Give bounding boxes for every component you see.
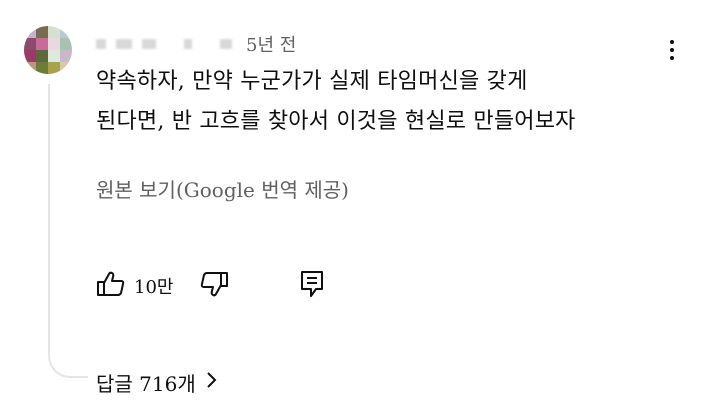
- avatar[interactable]: [24, 26, 72, 74]
- chevron-right-icon: [196, 370, 218, 395]
- comment-header: 5년 전: [96, 30, 296, 58]
- comment-text-line: 된다면, 반 고흐를 찾아서 이것을 현실로 만들어보자: [96, 109, 576, 134]
- dislike-button[interactable]: [199, 270, 229, 302]
- comment-actions: 10만: [96, 266, 325, 306]
- like-count: 10만: [134, 277, 174, 298]
- like-button[interactable]: 10만: [96, 270, 173, 302]
- replies-label: 답글 716개: [96, 371, 196, 396]
- comment-text-line: 약속하자, 만약 누군가가 실제 타임머신을 갖게: [96, 69, 528, 94]
- thread-connector: [48, 350, 88, 378]
- view-replies-button[interactable]: 답글 716개: [96, 364, 218, 400]
- thumbs-up-icon: [96, 270, 126, 302]
- thread-line: [48, 84, 50, 356]
- comment-text: 약속하자, 만약 누군가가 실제 타임머신을 갖게 된다면, 반 고흐를 찾아서…: [96, 62, 676, 142]
- author-name-redacted: [96, 39, 232, 49]
- show-original-link[interactable]: 원본 보기(Google 번역 제공): [96, 174, 349, 203]
- reply-button[interactable]: [299, 269, 325, 303]
- thumbs-down-icon: [199, 270, 229, 302]
- reply-comment-icon: [299, 269, 325, 303]
- comment-timestamp[interactable]: 5년 전: [246, 31, 296, 57]
